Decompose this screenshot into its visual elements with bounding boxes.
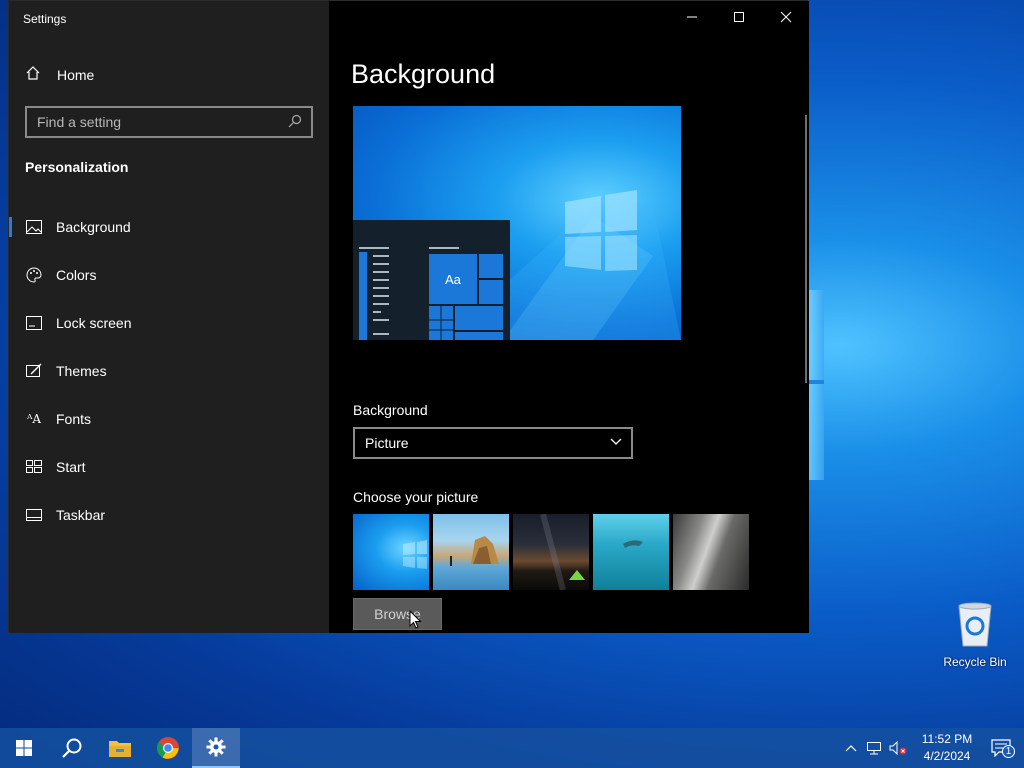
sidebar-item-themes[interactable]: Themes [9, 347, 329, 395]
desktop-wallpaper-logo [808, 290, 824, 480]
choose-picture-label: Choose your picture [353, 489, 479, 505]
gear-icon [206, 737, 226, 757]
recycle-bin-label: Recycle Bin [943, 655, 1007, 669]
chevron-down-icon [609, 435, 623, 452]
themes-icon [26, 363, 42, 379]
lock-screen-icon [26, 315, 42, 331]
start-button[interactable] [0, 728, 48, 768]
chevron-up-icon [845, 745, 857, 752]
settings-taskbar-button[interactable] [192, 728, 240, 768]
home-nav-item[interactable]: Home [25, 65, 94, 84]
nav-list: Background Colors Lock screen Themes ᴬA … [9, 203, 329, 539]
folder-icon [109, 741, 131, 757]
preview-sample-text: Aa [445, 272, 461, 287]
browse-button[interactable]: Browse [353, 598, 442, 630]
scrollbar[interactable] [805, 115, 807, 383]
volume-button[interactable] [886, 741, 910, 755]
sidebar-item-label: Background [56, 219, 131, 235]
search-taskbar-button[interactable] [48, 728, 96, 768]
minimize-button[interactable] [669, 1, 715, 33]
main-content: Background Aa Background Picture Choose … [329, 1, 809, 633]
recycle-bin[interactable]: Recycle Bin [940, 602, 1010, 669]
window-title: Settings [23, 12, 67, 26]
sidebar-item-start[interactable]: Start [9, 443, 329, 491]
dropdown-value: Picture [365, 435, 409, 451]
thumbnail-underwater-swimmer[interactable] [593, 514, 669, 590]
search-icon [287, 113, 303, 132]
sidebar-item-label: Taskbar [56, 507, 106, 523]
maximize-button[interactable] [716, 1, 762, 33]
thumbnail-windows-light[interactable] [353, 514, 429, 590]
mouse-cursor-icon [409, 610, 422, 629]
clock-time: 11:52 PM [921, 732, 973, 746]
file-explorer-button[interactable] [96, 728, 144, 768]
sidebar-item-lock-screen[interactable]: Lock screen [9, 299, 329, 347]
page-title: Background [351, 59, 496, 89]
taskbar-icon [26, 507, 42, 523]
start-icon [26, 459, 42, 475]
picture-icon [26, 219, 42, 235]
clock[interactable]: 11:52 PM 4/2/2024 [916, 731, 978, 765]
search-input[interactable]: Find a setting [25, 106, 313, 138]
volume-muted-icon [889, 741, 907, 755]
background-label: Background [353, 402, 428, 418]
settings-window: Settings Home Find a setting Personaliza… [8, 0, 809, 633]
maximize-icon [734, 12, 744, 22]
sidebar-item-background[interactable]: Background [9, 203, 329, 251]
network-icon [867, 742, 881, 755]
close-button[interactable] [763, 1, 809, 33]
thumbnail-beach-rocks[interactable] [433, 514, 509, 590]
taskbar: 11:52 PM 4/2/2024 1 [0, 728, 1024, 768]
show-hidden-icons-button[interactable] [840, 744, 862, 752]
windows-logo-icon [16, 740, 32, 756]
search-icon [62, 738, 82, 758]
minimize-icon [687, 16, 697, 18]
search-placeholder: Find a setting [37, 114, 122, 130]
sidebar-item-colors[interactable]: Colors [9, 251, 329, 299]
picture-thumbnails [353, 514, 749, 590]
sidebar-item-taskbar[interactable]: Taskbar [9, 491, 329, 539]
sidebar-item-label: Lock screen [56, 315, 132, 331]
sidebar-item-label: Start [56, 459, 86, 475]
sidebar-item-fonts[interactable]: ᴬA Fonts [9, 395, 329, 443]
close-icon [780, 11, 792, 23]
section-title: Personalization [25, 159, 129, 175]
fonts-icon: ᴬA [26, 412, 42, 426]
system-tray: 11:52 PM 4/2/2024 1 [840, 728, 1024, 768]
chrome-button[interactable] [144, 728, 192, 768]
sidebar-item-label: Colors [56, 267, 97, 283]
action-center-button[interactable]: 1 [978, 739, 1024, 758]
chrome-icon [157, 737, 179, 759]
background-type-dropdown[interactable]: Picture [353, 427, 633, 459]
network-button[interactable] [862, 741, 886, 755]
background-preview: Aa [353, 106, 681, 340]
palette-icon [26, 267, 42, 283]
thumbnail-night-sky-tent[interactable] [513, 514, 589, 590]
clock-date: 4/2/2024 [923, 749, 971, 763]
sidebar: Settings Home Find a setting Personaliza… [9, 1, 329, 633]
sidebar-item-label: Fonts [56, 411, 92, 427]
thumbnail-rock-cliff[interactable] [673, 514, 749, 590]
recycle-bin-icon [958, 602, 992, 647]
home-label: Home [57, 66, 95, 83]
notification-count-badge: 1 [1002, 745, 1015, 758]
sidebar-item-label: Themes [56, 363, 107, 379]
home-icon [25, 65, 43, 84]
